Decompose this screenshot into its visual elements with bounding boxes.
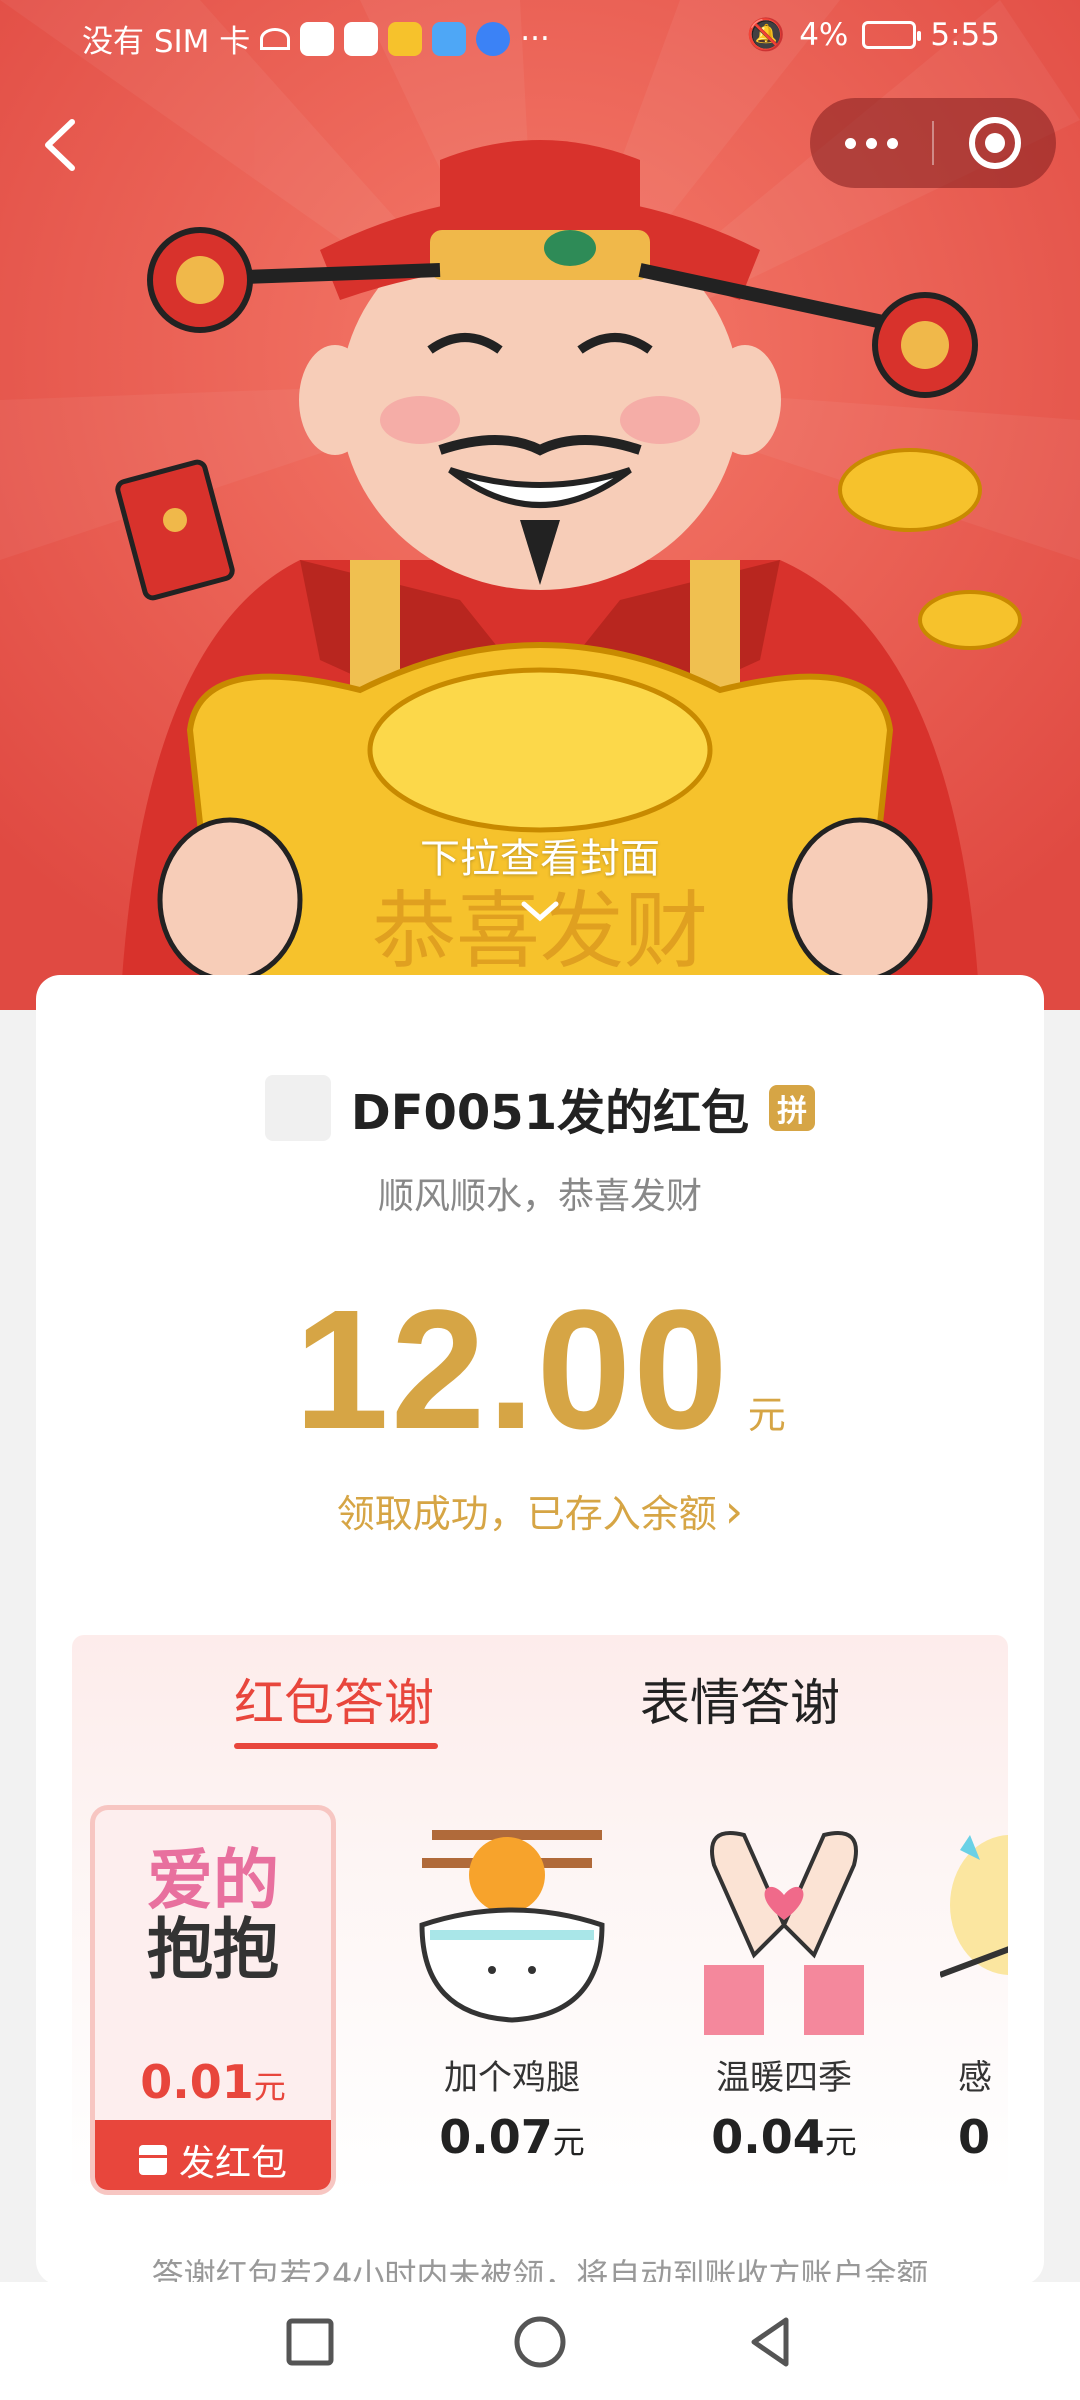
gift-item-hug[interactable]: 爱的 抱抱 0.01元 发红包 — [90, 1805, 336, 2195]
clock: 5:55 — [930, 16, 1000, 53]
heart-hands-icon — [704, 1831, 864, 2035]
weibo-icon — [388, 21, 423, 56]
tab-red-packet-thanks[interactable]: 红包答谢 — [234, 1663, 434, 1735]
hug-line1: 爱的 — [147, 1842, 279, 1919]
gift-partial-icon — [940, 1835, 1008, 1978]
gift-price: 0.07元 — [439, 2110, 585, 2164]
battery-icon — [862, 20, 922, 49]
active-tab-indicator — [234, 1743, 438, 1749]
envelope-icon — [138, 2145, 167, 2175]
gift-item-chicken-leg[interactable]: 加个鸡腿 0.07元 — [412, 1805, 612, 2195]
circle-nav-icon[interactable] — [510, 2312, 570, 2372]
gift-item-partial[interactable]: 感 0 — [940, 1805, 1008, 2195]
balance-link[interactable]: 领取成功，已存入余额 › — [36, 1483, 1044, 1538]
close-ring-icon[interactable] — [934, 98, 1056, 188]
gift-list[interactable]: 爱的 抱抱 0.01元 发红包 加个鸡腿 0.07元 温暖四季 0.04元 感 … — [72, 1805, 1008, 2195]
chevron-right-icon: › — [724, 1483, 744, 1538]
triangle-nav-icon[interactable] — [740, 2312, 800, 2372]
sender-name: DF0051发的红包 — [350, 1085, 750, 1141]
gift-item-warm-seasons[interactable]: 温暖四季 0.04元 — [684, 1805, 884, 2195]
battery-percent: 4% — [799, 16, 849, 53]
status-bar: 没有 SIM 卡 ··· 🔕 4% 5:55 — [0, 0, 1080, 72]
chevron-down-icon — [521, 901, 559, 922]
hug-artwork: 爱的 抱抱 — [123, 1846, 303, 1985]
red-packet-card: DF0051发的红包 拼 顺风顺水，恭喜发财 12.00 元 领取成功，已存入余… — [36, 975, 1044, 2294]
group-badge: 拼 — [769, 1085, 816, 1131]
mail-app-icon — [300, 21, 335, 56]
send-button-label: 发红包 — [178, 2143, 287, 2184]
thanks-panel: 红包答谢 表情答谢 爱的 抱抱 0.01元 发红包 加个鸡腿 0.07元 温暖四… — [72, 1635, 1008, 2195]
tab-sticker-thanks[interactable]: 表情答谢 — [640, 1663, 840, 1735]
gift-name: 加个鸡腿 — [444, 2058, 580, 2098]
rice-bowl-icon — [419, 1830, 605, 2023]
success-text: 领取成功，已存入余额 — [336, 1492, 717, 1536]
amount-unit: 元 — [747, 1393, 786, 1437]
mail-app-icon-2 — [344, 21, 379, 56]
hug-line2: 抱抱 — [147, 1911, 279, 1989]
greeting-text: 顺风顺水，恭喜发财 — [377, 1176, 702, 1217]
miniprogram-capsule — [810, 98, 1056, 188]
gift-price: 0.01元 — [140, 2055, 286, 2109]
thanks-tabs: 红包答谢 表情答谢 — [72, 1635, 1008, 1755]
hero-banner[interactable]: 恭喜发财 没有 SIM 卡 ··· 🔕 4% 5:55 下拉查看封面 — [0, 0, 1080, 1010]
mute-icon: 🔕 — [746, 17, 786, 53]
sender-row: DF0051发的红包 拼 — [36, 1073, 1044, 1143]
square-nav-icon[interactable] — [280, 2312, 340, 2372]
send-red-packet-button[interactable]: 发红包 — [95, 2120, 331, 2190]
gift-price: 0 — [958, 2110, 991, 2164]
browser-icon — [476, 21, 511, 56]
pull-down-hint: 下拉查看封面 — [420, 836, 660, 882]
amount-row: 12.00 元 — [36, 1285, 1044, 1455]
qq-icon — [432, 21, 467, 56]
gift-name: 感 — [958, 2058, 992, 2098]
system-navigation-bar — [0, 2282, 1080, 2400]
wifi-icon — [260, 27, 291, 50]
gift-price: 0.04元 — [711, 2110, 857, 2164]
carrier-text: 没有 SIM 卡 — [82, 24, 251, 60]
gift-name: 温暖四季 — [716, 2058, 852, 2098]
more-notifications-icon: ··· — [520, 20, 550, 57]
back-arrow-icon[interactable] — [30, 110, 90, 180]
amount-value: 12.00 — [294, 1275, 730, 1465]
avatar[interactable] — [264, 1075, 331, 1141]
more-dots-icon[interactable] — [810, 98, 932, 188]
